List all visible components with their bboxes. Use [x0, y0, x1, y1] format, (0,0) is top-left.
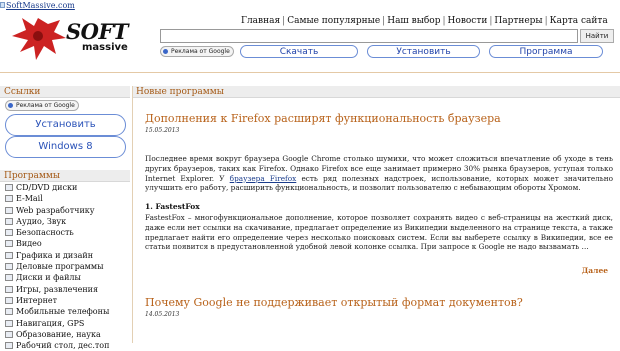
- site-logo[interactable]: SOFT massive: [8, 14, 140, 66]
- article-paragraph: FastestFox – многофункциональное дополне…: [145, 213, 613, 252]
- nav-partners[interactable]: Партнеры: [494, 16, 542, 26]
- download-ad-button[interactable]: Скачать: [240, 45, 358, 58]
- category-item[interactable]: Аудио, Звук: [4, 216, 130, 227]
- nav-separator: |: [442, 16, 446, 26]
- article-date: 15.05.2013: [145, 127, 180, 134]
- sidebar-install-button[interactable]: Установить: [5, 114, 126, 136]
- category-item[interactable]: Рабочий стол, дес.топ: [4, 340, 130, 351]
- google-ads-label[interactable]: Реклама от Google: [160, 46, 234, 57]
- new-programs-heading: Новые программы: [133, 86, 620, 98]
- firefox-link[interactable]: браузера Firefox: [230, 174, 297, 183]
- article-date: 14.05.2013: [145, 311, 180, 318]
- category-item[interactable]: Безопасность: [4, 227, 130, 238]
- top-bar: SoftMassive.com: [0, 0, 620, 12]
- nav-our-choice[interactable]: Наш выбор: [387, 16, 440, 26]
- security-icon: [5, 229, 13, 237]
- audio-icon: [5, 217, 13, 225]
- logo-figure-icon: [12, 18, 66, 60]
- nav-news[interactable]: Новости: [448, 16, 488, 26]
- top-navigation: Главная | Самые популярные | Наш выбор | Новос…: [241, 16, 608, 26]
- article-title[interactable]: Дополнения к Firefox расширят функционал…: [145, 112, 501, 125]
- business-icon: [5, 263, 13, 271]
- category-item[interactable]: Видео: [4, 238, 130, 249]
- category-item[interactable]: Образование, наука: [4, 329, 130, 340]
- sidebar-google-ads-label[interactable]: Реклама от Google: [5, 100, 79, 111]
- graphics-icon: [5, 251, 13, 259]
- programs-heading: Программы: [0, 170, 130, 182]
- header: SOFT massive Главная | Самые популярные | На…: [0, 12, 620, 72]
- sidebar-windows8-button[interactable]: Windows 8: [5, 136, 126, 158]
- category-item[interactable]: E-Mail: [4, 193, 130, 204]
- nav-popular[interactable]: Самые популярные: [287, 16, 380, 26]
- logo-text-top: SOFT: [66, 19, 129, 44]
- site-url-link[interactable]: SoftMassive.com: [6, 0, 75, 11]
- logo-text-bottom: massive: [82, 42, 128, 53]
- phone-icon: [5, 308, 13, 316]
- read-more-link[interactable]: Далее: [582, 266, 608, 275]
- article-subheading: 1. FastestFox: [145, 202, 200, 211]
- internet-icon: [5, 296, 13, 304]
- program-ad-button[interactable]: Программа: [489, 45, 603, 58]
- video-icon: [5, 240, 13, 248]
- links-heading: Ссылки: [0, 86, 130, 98]
- desktop-icon: [5, 342, 13, 350]
- category-item[interactable]: CD/DVD диски: [4, 182, 130, 193]
- category-item[interactable]: Игры, развлечения: [4, 284, 130, 295]
- article-title[interactable]: Почему Google не поддерживает открытый ф…: [145, 296, 523, 309]
- nav-sitemap[interactable]: Карта сайта: [550, 16, 608, 26]
- category-item[interactable]: Графика и дизайн: [4, 250, 130, 261]
- category-item[interactable]: Интернет: [4, 295, 130, 306]
- nav-separator: |: [544, 16, 548, 26]
- web-icon: [5, 206, 13, 214]
- category-item[interactable]: Диски и файлы: [4, 272, 130, 283]
- mail-icon: [5, 195, 13, 203]
- category-item[interactable]: Навигация, GPS: [4, 318, 130, 329]
- article-paragraph: Последнее время вокруг браузера Google C…: [145, 154, 614, 193]
- home-icon[interactable]: [0, 2, 5, 8]
- search-input[interactable]: [160, 29, 578, 43]
- search-button[interactable]: Найти: [580, 29, 614, 43]
- disk-icon: [5, 274, 13, 282]
- category-list: CD/DVD диски E-Mail Web разработчику Ауд…: [4, 182, 130, 351]
- games-icon: [5, 285, 13, 293]
- category-item[interactable]: Мобильные телефоны: [4, 306, 130, 317]
- header-divider: [0, 72, 620, 73]
- nav-home[interactable]: Главная: [241, 16, 280, 26]
- cd-icon: [5, 184, 13, 191]
- main-content: Новые программы Дополнения к Firefox рас…: [133, 86, 620, 343]
- sidebar: Ссылки Реклама от Google Установить Wind…: [0, 86, 132, 350]
- category-item[interactable]: Web разработчику: [4, 205, 130, 216]
- education-icon: [5, 330, 13, 338]
- install-ad-button[interactable]: Установить: [367, 45, 480, 58]
- category-item[interactable]: Деловые программы: [4, 261, 130, 272]
- gps-icon: [5, 319, 13, 327]
